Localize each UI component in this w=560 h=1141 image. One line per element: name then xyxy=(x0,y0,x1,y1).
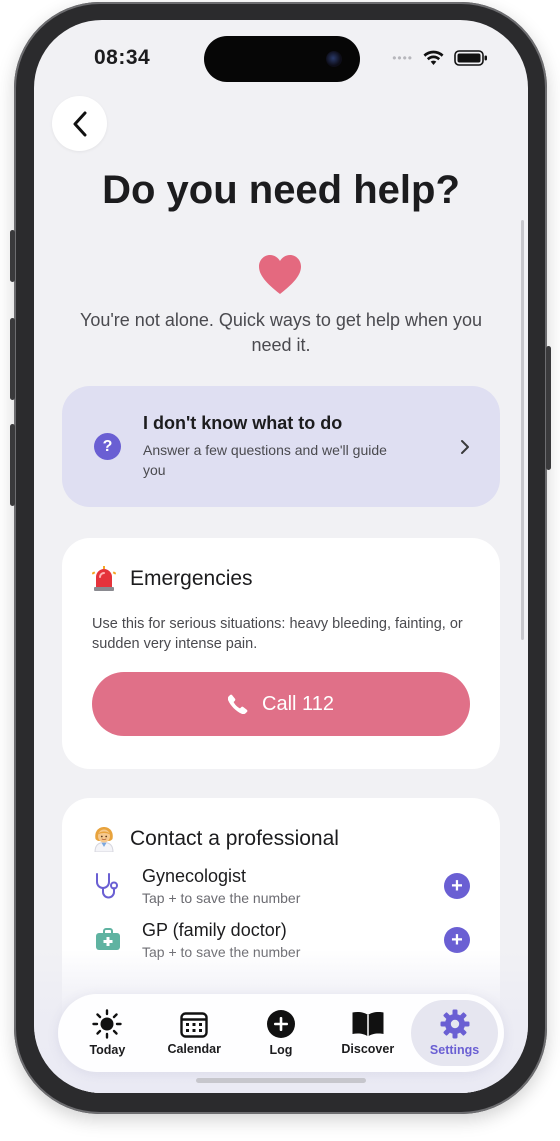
contact-name: GP (family doctor) xyxy=(142,920,287,940)
tab-discover[interactable]: Discover xyxy=(324,1000,411,1066)
tab-today[interactable]: Today xyxy=(64,1000,151,1066)
tab-settings[interactable]: Settings xyxy=(411,1000,498,1066)
tab-label: Calendar xyxy=(167,1042,221,1056)
tab-label: Today xyxy=(89,1043,126,1057)
battery-icon xyxy=(454,50,487,66)
contact-row-gynecologist: Gynecologist Tap + to save the number + xyxy=(92,866,470,906)
call-emergency-button[interactable]: Call 112 xyxy=(92,672,470,736)
intro-text: You're not alone. Quick ways to get help… xyxy=(79,310,483,355)
status-icons: •••• xyxy=(392,50,488,66)
page-title: Do you need help? xyxy=(102,168,460,212)
screen: 08:34 •••• Do you need help? You're not … xyxy=(34,20,528,1093)
phone-icon xyxy=(228,694,248,714)
contact-name: Gynecologist xyxy=(142,866,247,886)
tab-bar: Today Calendar Log Discover Settings xyxy=(58,994,504,1072)
front-camera xyxy=(326,51,342,67)
home-indicator[interactable] xyxy=(196,1078,366,1083)
tab-log[interactable]: Log xyxy=(238,1000,325,1066)
book-icon xyxy=(352,1012,384,1037)
professional-title: Contact a professional xyxy=(130,827,339,850)
tab-label: Discover xyxy=(341,1042,395,1056)
scroll-indicator[interactable] xyxy=(521,220,524,640)
calendar-icon xyxy=(180,1012,208,1038)
siren-icon xyxy=(92,566,116,591)
heart-icon xyxy=(259,255,301,294)
plus-circle-icon xyxy=(266,1010,295,1038)
contact-text: Gynecologist Tap + to save the number xyxy=(142,866,444,906)
back-button[interactable] xyxy=(52,96,107,151)
question-icon: ? xyxy=(94,433,121,460)
stethoscope-icon xyxy=(92,870,124,902)
add-gynecologist-button[interactable]: + xyxy=(444,873,470,899)
chevron-right-icon xyxy=(461,439,469,454)
emergency-card: Emergencies Use this for serious situati… xyxy=(62,538,500,769)
dynamic-island xyxy=(204,36,360,82)
cellular-signal-icon: •••• xyxy=(392,51,413,65)
volume-up-button xyxy=(10,318,15,400)
guide-text: I don't know what to do Answer a few que… xyxy=(143,413,460,480)
tab-label: Log xyxy=(269,1043,293,1057)
emergency-title: Emergencies xyxy=(130,567,253,590)
health-worker-icon xyxy=(94,827,114,852)
guide-subtitle: Answer a few questions and we'll guide y… xyxy=(143,442,387,478)
professional-header: Contact a professional xyxy=(92,826,470,852)
tab-label: Settings xyxy=(429,1043,480,1057)
emergency-description: Use this for serious situations: heavy b… xyxy=(92,616,463,652)
chevron-left-icon xyxy=(73,111,86,136)
sun-icon xyxy=(92,1009,123,1039)
tab-calendar[interactable]: Calendar xyxy=(151,1000,238,1066)
volume-down-button xyxy=(10,424,15,506)
call-label: Call 112 xyxy=(262,692,334,715)
action-button xyxy=(10,230,15,282)
guide-title: I don't know what to do xyxy=(143,413,343,433)
power-button xyxy=(546,346,551,470)
contact-hint: Tap + to save the number xyxy=(142,890,301,906)
gear-icon xyxy=(440,1009,470,1039)
emergency-header: Emergencies xyxy=(92,566,470,592)
wifi-icon xyxy=(423,50,444,65)
status-time: 08:34 xyxy=(94,46,151,69)
guide-card[interactable]: ? I don't know what to do Answer a few q… xyxy=(62,386,500,507)
